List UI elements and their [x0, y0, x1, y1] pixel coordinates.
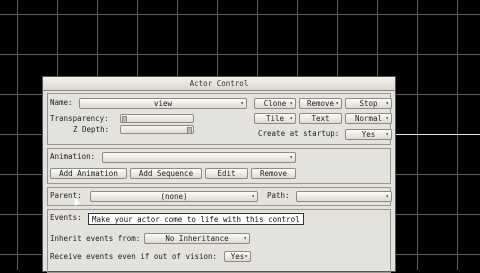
stop-label: Stop: [359, 99, 378, 108]
add-animation-label: Add Animation: [59, 169, 118, 178]
actor-properties-section: Name: view ▾ Transparency: Z Depth: Clon…: [47, 93, 392, 145]
chevron-down-icon: ▾: [385, 100, 389, 107]
receive-events-value: Yes: [230, 252, 245, 261]
clone-label: Clone: [263, 99, 287, 108]
chevron-down-icon: ▾: [289, 100, 293, 107]
tile-button[interactable]: Tile ▾: [254, 113, 296, 124]
chevron-down-icon: ▾: [289, 115, 293, 122]
text-button[interactable]: Text: [299, 113, 342, 124]
zdepth-slider[interactable]: [120, 125, 194, 134]
receive-events-label: Receive events even if out of vision:: [50, 252, 218, 261]
animation-section: Animation: ▾ Add Animation Add Sequence …: [47, 148, 391, 184]
parent-value: (none): [160, 192, 188, 201]
slider-thumb[interactable]: [122, 116, 127, 122]
add-animation-button[interactable]: Add Animation: [50, 168, 127, 179]
remove-actor-button[interactable]: Remove ▾: [299, 98, 342, 109]
slider-thumb[interactable]: [187, 127, 192, 133]
chevron-down-icon: ▾: [243, 235, 247, 242]
chevron-down-icon: ▾: [385, 131, 389, 138]
actor-control-window: Actor Control Name: view ▾ Transparency:…: [42, 76, 396, 273]
text-label: Text: [311, 114, 330, 123]
parent-combo[interactable]: (none) ▾: [90, 191, 258, 202]
window-titlebar[interactable]: Actor Control: [43, 77, 395, 91]
transparency-slider[interactable]: [120, 114, 194, 123]
chevron-down-icon: ▾: [335, 100, 339, 107]
window-title: Actor Control: [189, 79, 249, 88]
normal-label: Normal: [354, 114, 383, 123]
chevron-down-icon: ▾: [385, 115, 389, 122]
chevron-down-icon: ▾: [251, 193, 255, 200]
tile-label: Tile: [265, 114, 285, 123]
inherit-events-value: No Inheritance: [165, 234, 229, 243]
chevron-down-icon: ▾: [289, 154, 293, 161]
normal-combo[interactable]: Normal ▾: [345, 113, 392, 124]
remove-label: Remove: [306, 99, 335, 108]
parent-section: Parent: (none) ▾ Path: ▾: [47, 187, 392, 206]
stop-button[interactable]: Stop ▾: [345, 98, 392, 109]
edit-animation-button[interactable]: Edit: [205, 168, 248, 179]
edit-label: Edit: [217, 169, 236, 178]
animation-combo[interactable]: ▾: [102, 152, 296, 163]
remove-animation-label: Remove: [259, 169, 288, 178]
create-at-startup-label: Create at startup:: [258, 129, 340, 138]
chevron-down-icon: ▾: [244, 253, 248, 260]
create-at-startup-value: Yes: [361, 130, 376, 139]
chevron-down-icon: ▾: [385, 193, 389, 200]
events-tooltip: Make your actor come to life with this c…: [88, 213, 304, 225]
create-at-startup-combo[interactable]: Yes ▾: [345, 129, 392, 140]
transparency-label: Transparency:: [50, 114, 109, 123]
name-label: Name:: [50, 98, 73, 107]
animation-label: Animation:: [50, 152, 96, 161]
receive-events-combo[interactable]: Yes ▾: [224, 251, 251, 262]
path-combo[interactable]: ▾: [296, 191, 392, 202]
chevron-down-icon: ▾: [240, 100, 244, 107]
add-sequence-label: Add Sequence: [138, 169, 194, 178]
path-label: Path:: [267, 191, 290, 200]
inherit-events-label: Inherit events from:: [50, 234, 141, 243]
clone-button[interactable]: Clone ▾: [254, 98, 296, 109]
remove-animation-button[interactable]: Remove: [251, 168, 296, 179]
name-combo[interactable]: view ▾: [79, 98, 247, 109]
events-label: Events:: [50, 213, 82, 222]
add-sequence-button[interactable]: Add Sequence: [130, 168, 202, 179]
actor-outline-line: [395, 134, 480, 135]
name-value: view: [153, 99, 173, 108]
inherit-events-combo[interactable]: No Inheritance ▾: [144, 233, 250, 244]
zdepth-label: Z Depth:: [73, 125, 110, 134]
